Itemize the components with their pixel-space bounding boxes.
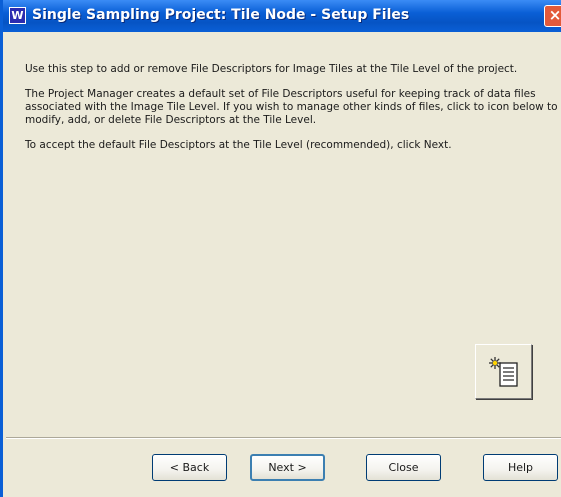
setup-files-dialog: W Single Sampling Project: Tile Node - S… <box>0 0 561 497</box>
instruction-paragraph: To accept the default File Desciptors at… <box>25 139 452 151</box>
title-bar[interactable]: W Single Sampling Project: Tile Node - S… <box>3 0 561 32</box>
instructions-text: Use this step to add or remove File Desc… <box>25 63 560 164</box>
instruction-paragraph: Use this step to add or remove File Desc… <box>25 63 518 75</box>
instruction-paragraph: The Project Manager creates a default se… <box>25 88 558 126</box>
button-separator <box>6 437 561 439</box>
file-descriptors-button[interactable] <box>475 344 532 399</box>
close-button[interactable]: Close <box>366 454 441 481</box>
window-title: Single Sampling Project: Tile Node - Set… <box>32 7 410 23</box>
help-button[interactable]: Help <box>483 454 558 481</box>
new-file-descriptor-icon <box>489 357 518 387</box>
app-logo-icon: W <box>9 7 26 24</box>
close-window-icon[interactable]: × <box>544 5 561 27</box>
next-button[interactable]: Next > <box>250 454 325 481</box>
back-button[interactable]: < Back <box>152 454 227 481</box>
